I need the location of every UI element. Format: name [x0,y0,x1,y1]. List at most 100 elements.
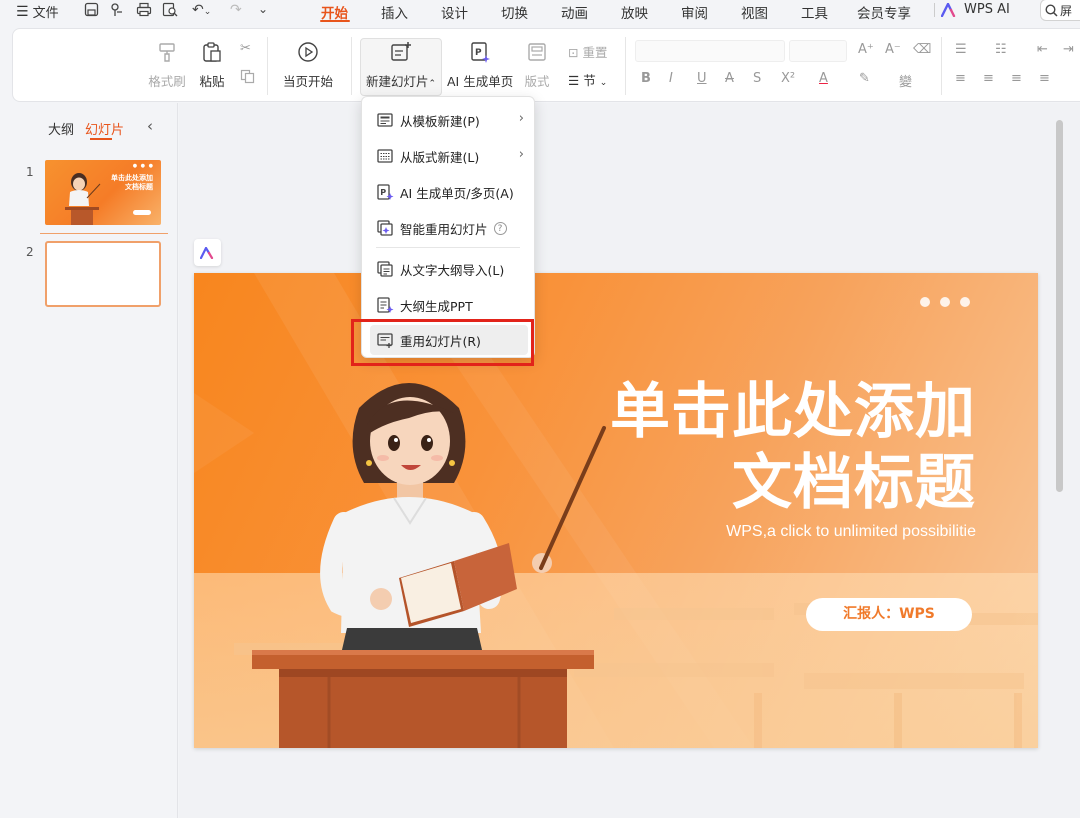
decrease-indent-icon[interactable]: ⇤ [1037,42,1048,57]
tab-member[interactable]: 会员专享 [857,2,911,22]
menu-item-from-template[interactable]: 从模板新建(P) › [370,105,528,135]
paste-button[interactable]: 粘贴 [193,41,231,90]
play-icon [298,42,318,62]
align-center-icon[interactable]: ≡ [983,71,994,86]
tab-tools[interactable]: 工具 [801,2,828,22]
tab-home[interactable]: 开始 [321,2,348,22]
font-grow-icon[interactable]: A⁺ [858,42,874,57]
print-icon[interactable] [136,2,152,21]
underline-icon[interactable]: U [697,71,707,86]
smart-reuse-icon [377,220,393,236]
ribbon-divider [625,37,626,95]
wps-ai-button[interactable]: WPS AI [941,2,1010,17]
font-family-select[interactable] [635,40,785,62]
slide-subtitle[interactable]: WPS,a click to unlimited possibilitie [726,523,976,541]
new-slide-button[interactable]: 新建幻灯片⌃ [362,41,440,90]
slide-thumbnail-2[interactable] [45,241,161,307]
undo-icon[interactable]: ↶⌄ [192,2,211,18]
ai-assistant-button[interactable] [194,239,221,266]
help-icon[interactable]: ? [493,221,507,235]
thumb-pill [133,210,151,215]
tab-outline[interactable]: 大纲 [48,119,74,138]
search-icon [1045,3,1058,17]
menu-item-smart-reuse[interactable]: 智能重用幻灯片 ? [370,213,528,243]
play-from-current-button[interactable]: 当页开始 [277,41,339,90]
tab-insert[interactable]: 插入 [381,2,408,22]
phonetic-icon[interactable]: 變 [899,71,912,90]
menu-divider [376,247,520,248]
ai-page-icon: P [471,42,490,63]
svg-text:P: P [475,48,482,58]
tab-design[interactable]: 设计 [441,2,468,22]
tab-review[interactable]: 审阅 [681,2,708,22]
italic-icon[interactable]: I [669,71,673,86]
file-menu[interactable]: ☰ 文件 [16,2,59,22]
slide-thumbnail-1[interactable]: ● ● ● 单击此处添加 文档标题 [45,160,161,225]
shadow-icon[interactable]: S [753,71,761,86]
wps-ai-icon [199,246,213,259]
reporter-pill[interactable]: 汇报人：WPS [806,598,972,631]
reset-button[interactable]: ⊡ 重置 [568,42,607,61]
tab-view[interactable]: 视图 [741,2,768,22]
collapse-panel-icon[interactable]: ‹ [147,117,153,135]
menu-item-label: AI 生成单页/多页(A) [400,185,514,201]
more-chevron-icon[interactable]: ⌄ [258,2,268,16]
new-slide-label: 新建幻灯片⌃ [362,71,440,90]
search-input[interactable]: 屏 [1040,0,1080,21]
export-icon[interactable] [110,2,125,21]
menu-item-import-outline[interactable]: 从文字大纲导入(L) [370,254,528,284]
vertical-scrollbar[interactable] [1056,120,1063,492]
redo-icon[interactable]: ↷ [230,2,242,18]
reset-icon: ⊡ [568,45,579,60]
menu-item-ai-generate[interactable]: P AI 生成单页/多页(A) [370,177,528,207]
format-painter-label: 格式刷 [148,74,186,89]
chevron-right-icon: › [518,147,524,162]
tab-divider [934,3,935,17]
slide-title[interactable]: 单击此处添加 文档标题 [610,377,976,519]
bullet-list-icon[interactable]: ☰ [955,42,967,57]
save-icon[interactable] [84,2,99,21]
superscript-icon[interactable]: X² [781,71,795,86]
tab-animation[interactable]: 动画 [561,2,588,22]
font-shrink-icon[interactable]: A⁻ [885,42,901,57]
ai-generate-page-button[interactable]: P AI 生成单页 [447,41,513,90]
tab-transitions[interactable]: 切换 [501,2,528,22]
menu-item-outline-to-ppt[interactable]: 大纲生成PPT [370,290,528,320]
section-button[interactable]: ☰ 节 ⌄ [568,70,607,89]
chevron-down-icon: ⌄ [599,78,608,88]
thumb-title: 单击此处添加 文档标题 [111,174,153,191]
format-painter-button[interactable]: 格式刷 [147,41,187,90]
slide-dots [920,297,970,307]
font-size-select[interactable] [789,40,847,62]
highlight-icon[interactable]: ✎ [859,71,870,86]
slide-canvas[interactable]: 单击此处添加 文档标题 WPS,a click to unlimited pos… [194,273,1038,748]
paste-label: 粘贴 [199,74,225,89]
caret-up-icon: ⌃ [428,79,437,89]
align-right-icon[interactable]: ≡ [1011,71,1022,86]
new-slide-text: 新建幻灯片 [365,74,429,89]
menu-bar: ☰ 文件 ↶⌄ ↷ ⌄ 开始 插入 设计 切换 动画 放映 审阅 视图 工具 会… [0,0,1080,22]
tab-slideshow[interactable]: 放映 [621,2,648,22]
clear-format-icon[interactable]: ⌫ [913,42,931,57]
menu-item-from-layout[interactable]: 从版式新建(L) › [370,141,528,171]
numbered-list-icon[interactable]: ☷ [995,42,1007,57]
menu-item-label: 从版式新建(L) [400,149,480,165]
active-tab-underline [320,20,350,22]
strikethrough-icon[interactable]: A [725,71,734,86]
print-preview-icon[interactable] [162,2,178,21]
increase-indent-icon[interactable]: ⇥ [1063,42,1074,57]
layout-label: 版式 [524,74,550,89]
wps-ai-icon [941,2,956,17]
bold-icon[interactable]: B [641,71,651,86]
layout-button[interactable]: 版式 [520,41,554,90]
tab-slides[interactable]: 幻灯片 [85,119,124,138]
slides-tab-underline [90,138,112,140]
format-painter-icon [159,43,175,62]
thumb-dots: ● ● ● [132,163,154,169]
cut-icon[interactable]: ✂ [240,41,251,56]
align-left-icon[interactable]: ≡ [955,71,966,86]
justify-icon[interactable]: ≡ [1039,71,1050,86]
font-color-icon[interactable]: A [819,71,828,86]
layout-icon [528,43,546,61]
copy-icon[interactable] [240,69,255,88]
